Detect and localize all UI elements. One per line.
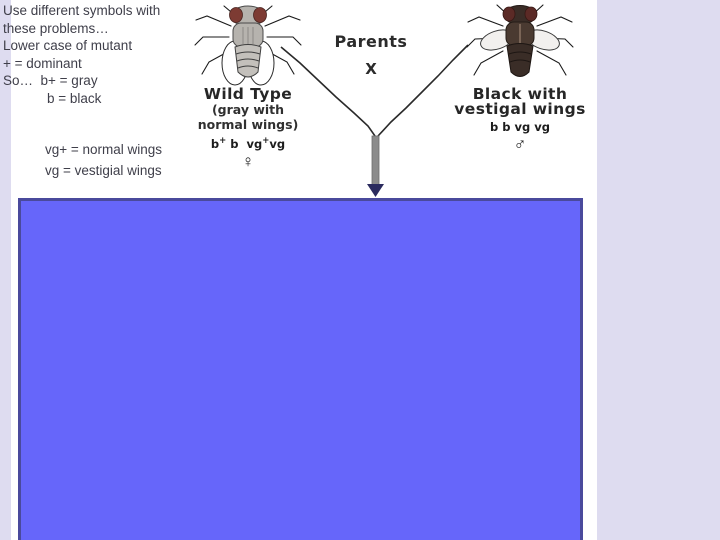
wild-type-fly-icon	[194, 5, 302, 86]
female-symbol-icon: ♀	[241, 152, 255, 171]
left-parent-group: Wild Type (gray with normal wings) b+ b …	[168, 0, 328, 171]
blue-content-box[interactable]	[18, 198, 583, 540]
black-vestigial-fly-icon	[466, 4, 574, 77]
right-parent-genotype: b b vg vg	[490, 120, 550, 134]
right-background-gutter	[597, 0, 720, 540]
vg-note-line-1: vg+ = normal wings	[45, 142, 163, 157]
male-symbol-icon: ♂	[513, 135, 527, 154]
left-parent-sub-1: (gray with	[211, 102, 285, 117]
left-parent-sub-2: normal wings)	[197, 116, 299, 132]
slide-canvas: Use different symbols with these problem…	[0, 0, 720, 540]
note-line-5-prefix: So…	[3, 73, 34, 89]
right-parent-name-line2: vestigal wings	[454, 100, 586, 118]
right-parent-group: Black with vestigal wings b b vg vg ♂	[440, 0, 600, 154]
vg-allele-notes: vg+ = normal wings vg = vestigial wings	[45, 139, 162, 181]
note-line-5-value: b+ = gray	[40, 73, 98, 89]
parental-cross-diagram: Wild Type (gray with normal wings) b+ b …	[150, 0, 597, 198]
vg-note-line-2: vg = vestigial wings	[45, 163, 162, 178]
left-parent-genotype: b+ b vg+vg	[210, 136, 286, 151]
parents-label: Parents	[334, 32, 408, 51]
cross-multiply-symbol: X	[365, 60, 377, 78]
left-parent-name: Wild Type	[203, 85, 293, 103]
